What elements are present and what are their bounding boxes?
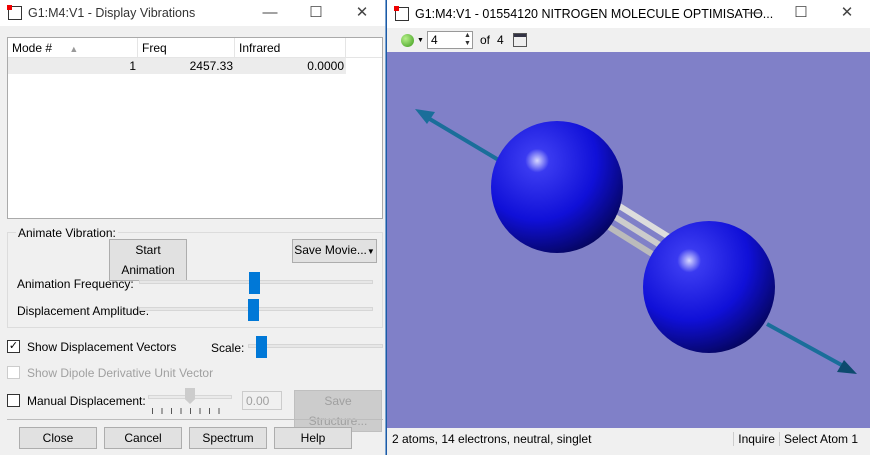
- maximize-button[interactable]: ☐: [778, 0, 824, 28]
- cell-freq: 2457.33: [189, 59, 233, 73]
- slider-ticks: [152, 408, 228, 414]
- manual-displacement-value[interactable]: 0.00: [242, 391, 282, 410]
- gaussview-icon: [7, 5, 22, 20]
- animation-frequency-label: Animation Frequency:: [17, 277, 134, 291]
- toolbar: ▼ 4 ▲ ▼ of 4: [387, 28, 870, 52]
- displacement-vector-2: [766, 322, 857, 374]
- molecule-window: G1:M4:V1 - 01554120 NITROGEN MOLECULE OP…: [387, 0, 870, 455]
- table-row[interactable]: 1 2457.33 0.0000: [8, 58, 346, 74]
- column-header-infrared[interactable]: Infrared: [235, 38, 346, 57]
- scale-slider[interactable]: [248, 344, 383, 348]
- close-window-button[interactable]: ✕: [824, 0, 870, 28]
- displacement-amplitude-thumb[interactable]: [248, 299, 259, 321]
- window-title: G1:M4:V1 - Display Vibrations: [28, 6, 196, 20]
- display-vibrations-window: G1:M4:V1 - Display Vibrations — ☐ ✕ Mode #…: [0, 0, 386, 455]
- column-header-freq[interactable]: Freq: [138, 38, 235, 57]
- dropdown-arrow-icon: ▼: [366, 247, 375, 256]
- minimize-button[interactable]: —: [247, 0, 293, 26]
- cancel-button[interactable]: Cancel: [104, 427, 182, 449]
- divider: [7, 419, 383, 420]
- spin-arrows-icon[interactable]: ▲ ▼: [464, 32, 471, 48]
- start-animation-button[interactable]: Start Animation: [109, 239, 187, 281]
- show-vectors-checkbox[interactable]: ✓: [7, 340, 20, 353]
- minimize-button[interactable]: —: [732, 0, 778, 28]
- maximize-button[interactable]: ☐: [293, 0, 339, 26]
- green-status-icon[interactable]: [401, 33, 414, 47]
- show-vectors-label: Show Displacement Vectors: [27, 340, 177, 354]
- frame-total: 4: [496, 33, 504, 47]
- column-header-mode[interactable]: Mode # ▲: [8, 38, 138, 57]
- manual-displacement-label: Manual Displacement:: [27, 394, 146, 408]
- animation-icon[interactable]: [512, 33, 527, 47]
- title-bar: G1:M4:V1 - Display Vibrations — ☐ ✕: [0, 0, 385, 26]
- scale-label: Scale:: [211, 341, 245, 355]
- save-structure-button[interactable]: Save Structure...: [294, 390, 382, 432]
- help-button[interactable]: Help: [274, 427, 352, 449]
- mode-indicator: Inquire: [733, 432, 779, 446]
- animate-vibration-label: Animate Vibration:: [16, 226, 118, 240]
- of-label: of: [479, 33, 490, 47]
- title-bar: G1:M4:V1 - 01554120 NITROGEN MOLECULE OP…: [387, 0, 870, 28]
- displacement-amplitude-label: Displacement Amplitude:: [17, 304, 150, 318]
- sort-asc-icon: ▲: [69, 44, 79, 54]
- nitrogen-atom-2[interactable]: [643, 221, 775, 353]
- save-movie-button[interactable]: Save Movie...▼: [292, 239, 377, 263]
- frame-spinbox[interactable]: 4 ▲ ▼: [426, 31, 473, 49]
- manual-displacement-thumb[interactable]: [185, 388, 195, 404]
- cell-infrared: 0.0000: [307, 59, 344, 73]
- status-bar: 2 atoms, 14 electrons, neutral, singlet …: [387, 428, 870, 450]
- dropdown-arrow-icon[interactable]: ▼: [417, 37, 424, 44]
- close-window-button[interactable]: ✕: [339, 0, 385, 26]
- scale-thumb[interactable]: [256, 336, 267, 358]
- spectrum-button[interactable]: Spectrum: [189, 427, 267, 449]
- displacement-vector-1: [415, 109, 509, 167]
- status-text: 2 atoms, 14 electrons, neutral, singlet: [392, 432, 592, 446]
- close-button[interactable]: Close: [19, 427, 97, 449]
- nitrogen-atom-1[interactable]: [491, 121, 623, 253]
- animation-frequency-thumb[interactable]: [249, 272, 260, 294]
- show-dipole-label: Show Dipole Derivative Unit Vector: [27, 366, 214, 380]
- modes-table[interactable]: Mode # ▲ Freq Infrared 1 2457.33 0.0000: [7, 37, 383, 219]
- manual-displacement-checkbox[interactable]: [7, 394, 20, 407]
- molecule-viewport[interactable]: [387, 52, 870, 428]
- action-indicator: Select Atom 1: [778, 432, 862, 446]
- window-title: G1:M4:V1 - 01554120 NITROGEN MOLECULE OP…: [415, 7, 774, 21]
- cell-mode: 1: [129, 59, 136, 73]
- show-dipole-checkbox[interactable]: [7, 366, 20, 379]
- gaussview-icon: [394, 6, 409, 21]
